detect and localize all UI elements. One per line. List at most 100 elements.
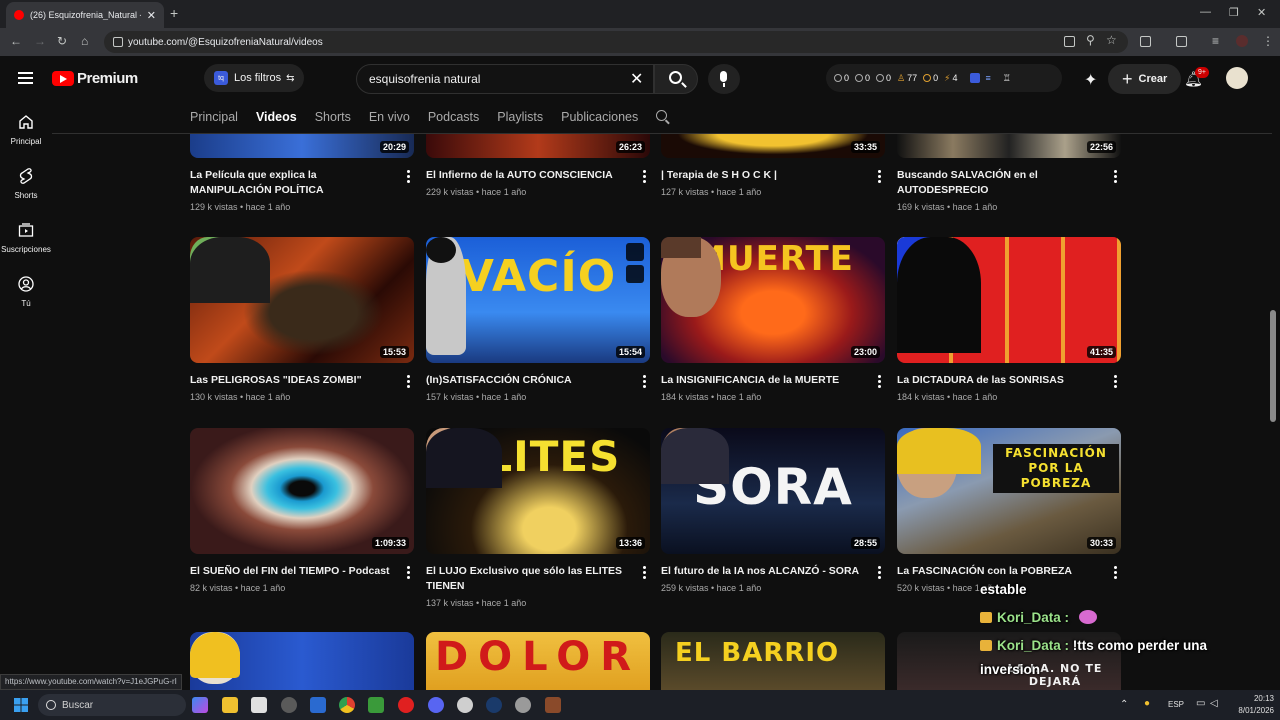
video-title[interactable]: | Terapia de S H O C K | bbox=[661, 168, 861, 183]
clock-time[interactable]: 20:13 bbox=[1234, 694, 1274, 703]
media-player-icon[interactable] bbox=[398, 697, 414, 713]
video-title[interactable]: La INSIGNIFICANCIA de la MUERTE bbox=[661, 373, 861, 388]
video-card[interactable]: FASCINACIÓN POR LA POBREZA 30:33 La FASC… bbox=[897, 428, 1121, 593]
file-explorer-icon[interactable] bbox=[222, 697, 238, 713]
browser-tab[interactable]: (26) Esquizofrenia_Natural - Yo ✕ bbox=[6, 2, 164, 28]
cast-share-icon[interactable]: ✦ bbox=[1084, 70, 1097, 90]
zoom-icon[interactable]: ⚲ bbox=[1086, 33, 1095, 47]
close-window-button[interactable]: ✕ bbox=[1257, 6, 1266, 19]
list-icon[interactable]: ≡ bbox=[986, 73, 991, 83]
store-icon[interactable] bbox=[251, 697, 267, 713]
video-thumbnail[interactable]: 22:56 bbox=[897, 134, 1121, 158]
hamburger-menu-icon[interactable] bbox=[18, 72, 33, 84]
video-title[interactable]: El Infierno de la AUTO CONSCIENCIA bbox=[426, 168, 626, 183]
discord-icon[interactable] bbox=[428, 697, 444, 713]
watch-later-icon[interactable] bbox=[626, 243, 644, 261]
video-title[interactable]: El LUJO Exclusivo que sólo las ELITES TI… bbox=[426, 564, 626, 594]
video-thumbnail[interactable]: 1:09:33 bbox=[190, 428, 414, 554]
close-tab-icon[interactable]: ✕ bbox=[147, 9, 156, 22]
video-card[interactable]: 22:56 Buscando SALVACIÓN en el AUTODESPR… bbox=[897, 134, 1121, 212]
tray-language[interactable]: ESP bbox=[1168, 700, 1184, 709]
video-title[interactable]: La DICTADURA de las SONRISAS bbox=[897, 373, 1097, 388]
sidebar-item-principal[interactable]: Principal bbox=[0, 114, 52, 146]
video-thumbnail[interactable]: FASCINACIÓN POR LA POBREZA 30:33 bbox=[897, 428, 1121, 554]
video-card[interactable]: 15:53 Las PELIGROSAS "IDEAS ZOMBI" 130 k… bbox=[190, 237, 414, 402]
video-thumbnail[interactable]: VACÍO 15:54 bbox=[426, 237, 650, 363]
vscode-icon[interactable] bbox=[310, 697, 326, 713]
video-thumbnail[interactable]: 41:35 bbox=[897, 237, 1121, 363]
video-title[interactable]: Las PELIGROSAS "IDEAS ZOMBI" bbox=[190, 373, 390, 388]
youtube-logo[interactable]: Premium bbox=[52, 70, 138, 87]
video-thumbnail[interactable]: 26:23 bbox=[426, 134, 650, 158]
app-icon[interactable] bbox=[545, 697, 561, 713]
video-thumbnail[interactable]: 20:29 bbox=[190, 134, 414, 158]
profile-icon[interactable] bbox=[1236, 35, 1248, 47]
channel-search-icon[interactable] bbox=[656, 110, 671, 125]
tab-podcasts[interactable]: Podcasts bbox=[428, 110, 479, 124]
sidebar-item-suscripciones[interactable]: Suscripciones bbox=[0, 222, 52, 254]
more-options-icon[interactable] bbox=[407, 566, 410, 581]
tab-videos[interactable]: Videos bbox=[256, 110, 297, 124]
tab-principal[interactable]: Principal bbox=[190, 110, 238, 124]
restore-button[interactable]: ❐ bbox=[1229, 6, 1239, 19]
video-card[interactable]: 26:23 El Infierno de la AUTO CONSCIENCIA… bbox=[426, 134, 650, 197]
avatar[interactable] bbox=[1226, 67, 1248, 89]
video-thumbnail[interactable]: EL BARRIO bbox=[661, 632, 885, 690]
video-card[interactable]: VACÍO 15:54 (In)SATISFACCIÓN CRÓNICA 157… bbox=[426, 237, 650, 402]
video-thumbnail[interactable] bbox=[190, 632, 414, 690]
create-button[interactable]: + Crear bbox=[1108, 64, 1182, 94]
clock-date[interactable]: 8/01/2026 bbox=[1222, 706, 1274, 715]
add-to-queue-icon[interactable] bbox=[626, 265, 644, 283]
sidepanel-icon[interactable] bbox=[1176, 36, 1187, 47]
more-options-icon[interactable] bbox=[643, 170, 646, 185]
more-options-icon[interactable] bbox=[1114, 170, 1117, 185]
forward-icon[interactable]: → bbox=[34, 34, 46, 48]
extensions-icon[interactable] bbox=[1140, 36, 1151, 47]
tab-shorts[interactable]: Shorts bbox=[315, 110, 351, 124]
network-icon[interactable]: ▭ bbox=[1196, 698, 1205, 709]
more-options-icon[interactable] bbox=[878, 170, 881, 185]
video-title[interactable]: El SUEÑO del FIN del TIEMPO - Podcast bbox=[190, 564, 390, 579]
more-options-icon[interactable] bbox=[878, 375, 881, 390]
home-browser-icon[interactable]: ⌂ bbox=[81, 34, 88, 48]
address-bar[interactable]: youtube.com/@EsquizofreniaNatural/videos bbox=[104, 31, 1128, 53]
tab-en-vivo[interactable]: En vivo bbox=[369, 110, 410, 124]
sidebar-item-shorts[interactable]: Shorts bbox=[0, 168, 52, 200]
video-card[interactable]: MUERTE 23:00 La INSIGNIFICANCIA de la MU… bbox=[661, 237, 885, 402]
filters-button[interactable]: tq Los filtros ⇆ bbox=[204, 64, 305, 92]
tray-chevron-icon[interactable]: ⌃ bbox=[1120, 699, 1128, 710]
clear-search-icon[interactable]: ✕ bbox=[630, 69, 643, 89]
video-title[interactable]: La Película que explica la MANIPULACIÓN … bbox=[190, 168, 390, 198]
tab-publicaciones[interactable]: Publicaciones bbox=[561, 110, 638, 124]
media-icon[interactable]: ≡ bbox=[1212, 34, 1219, 48]
page-scrollbar[interactable] bbox=[1270, 310, 1276, 422]
taskbar-search[interactable]: Buscar bbox=[38, 694, 186, 716]
chrome-icon[interactable] bbox=[339, 697, 355, 713]
tab-playlists[interactable]: Playlists bbox=[497, 110, 543, 124]
video-card[interactable] bbox=[190, 632, 414, 690]
steam-icon[interactable] bbox=[486, 697, 502, 713]
tray-mic-icon[interactable]: ● bbox=[1144, 698, 1150, 709]
video-card[interactable]: SORA 28:55 El futuro de la IA nos ALCANZ… bbox=[661, 428, 885, 593]
sidebar-item-tu[interactable]: Tú bbox=[0, 276, 52, 308]
cast-icon[interactable] bbox=[1064, 36, 1075, 47]
copilot-icon[interactable] bbox=[192, 697, 208, 713]
settings-gear-icon[interactable] bbox=[457, 697, 473, 713]
video-card[interactable]: ELITES 13:36 El LUJO Exclusivo que sólo … bbox=[426, 428, 650, 608]
minimize-button[interactable]: — bbox=[1200, 6, 1211, 18]
more-options-icon[interactable] bbox=[643, 375, 646, 390]
video-thumbnail[interactable]: 33:35 bbox=[661, 134, 885, 158]
search-button[interactable] bbox=[654, 64, 698, 94]
more-options-icon[interactable] bbox=[878, 566, 881, 581]
video-card[interactable]: 20:29 La Película que explica la MANIPUL… bbox=[190, 134, 414, 212]
more-options-icon[interactable] bbox=[407, 170, 410, 185]
video-title[interactable]: La FASCINACIÓN con la POBREZA bbox=[897, 564, 1097, 579]
video-thumbnail[interactable]: DOLOR bbox=[426, 632, 650, 690]
video-card[interactable]: 41:35 La DICTADURA de las SONRISAS 184 k… bbox=[897, 237, 1121, 402]
video-card[interactable]: 1:09:33 El SUEÑO del FIN del TIEMPO - Po… bbox=[190, 428, 414, 593]
reload-icon[interactable]: ↻ bbox=[57, 34, 67, 48]
trophy-icon[interactable]: ♖ bbox=[1003, 73, 1011, 84]
video-card[interactable]: 33:35 | Terapia de S H O C K | 127 k vis… bbox=[661, 134, 885, 197]
windows-start-icon[interactable] bbox=[14, 698, 28, 712]
video-thumbnail[interactable]: MUERTE 23:00 bbox=[661, 237, 885, 363]
